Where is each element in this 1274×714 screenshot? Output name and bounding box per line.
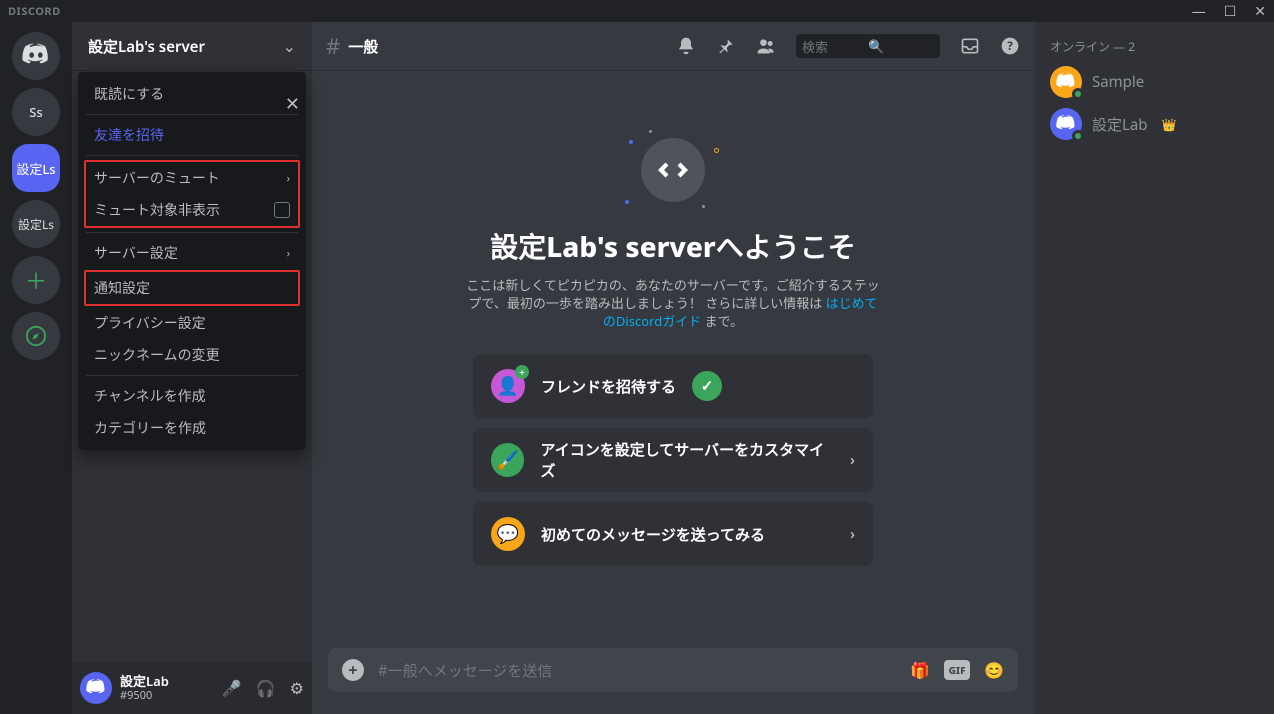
menu-notification-settings[interactable]: 通知設定: [86, 272, 298, 304]
check-icon: ✓: [692, 371, 722, 401]
member-list: オンライン — 2 Sample 設定Lab👑: [1034, 22, 1274, 714]
minimize-icon[interactable]: —: [1192, 2, 1206, 21]
server-rail: Ss 設定Ls 設定Ls ＋: [0, 22, 72, 714]
members-heading: オンライン — 2: [1044, 38, 1264, 55]
add-server-button[interactable]: ＋: [12, 256, 60, 304]
menu-privacy[interactable]: プライバシー設定: [86, 307, 298, 339]
server-selected[interactable]: 設定Ls: [12, 144, 60, 192]
titlebar: DISCORD — ☐ ✕: [0, 0, 1274, 22]
close-icon[interactable]: ✕: [285, 92, 300, 116]
channel-topbar: # 一般 検索🔍 ?: [312, 22, 1034, 70]
server-header[interactable]: 設定Lab's server ⌄: [72, 22, 312, 70]
server-dropdown-menu: 既読にする 友達を招待 サーバーのミュート› ミュート対象非表示 サーバー設定›…: [78, 72, 306, 450]
message-input[interactable]: + #一般へメッセージを送信 🎁 GIF 😊: [328, 648, 1018, 692]
chevron-right-icon: ›: [850, 451, 855, 470]
home-button[interactable]: [12, 32, 60, 80]
username: 設定Lab: [120, 674, 169, 688]
settings-icon[interactable]: ⚙: [290, 677, 304, 699]
gift-icon[interactable]: 🎁: [910, 659, 930, 681]
channel-sidebar: 設定Lab's server ⌄ ✕ 素早く これを ＋ 👤⁺⚙ ＋ ＋ 設定L…: [72, 22, 312, 714]
menu-nickname[interactable]: ニックネームの変更: [86, 339, 298, 371]
card-invite-friends[interactable]: +👤 フレンドを招待する ✓: [473, 354, 873, 418]
user-footer: 設定Lab #9500 🎤 🎧 ⚙: [72, 662, 312, 714]
chevron-right-icon: ›: [850, 525, 855, 544]
server-extra[interactable]: 設定Ls: [12, 200, 60, 248]
gif-icon[interactable]: GIF: [944, 660, 970, 680]
attach-icon[interactable]: +: [342, 659, 364, 681]
channel-title: 一般: [348, 36, 378, 57]
help-icon[interactable]: ?: [1000, 36, 1020, 56]
server-ss[interactable]: Ss: [12, 88, 60, 136]
menu-server-mute[interactable]: サーバーのミュート›: [86, 162, 298, 194]
pin-icon[interactable]: [716, 36, 736, 56]
menu-hide-muted[interactable]: ミュート対象非表示: [86, 194, 298, 226]
mic-icon[interactable]: 🎤: [222, 677, 242, 699]
menu-mark-read[interactable]: 既読にする: [86, 78, 298, 110]
checkbox-icon: [274, 202, 290, 218]
member-owner[interactable]: 設定Lab👑: [1044, 103, 1264, 145]
inbox-icon[interactable]: [960, 36, 980, 56]
welcome-subtitle: ここは新しくてピカピカの、あなたのサーバーです。ご紹介するステップで、最初の一歩…: [463, 276, 883, 330]
menu-create-channel[interactable]: チャンネルを作成: [86, 380, 298, 412]
svg-text:?: ?: [1007, 39, 1013, 54]
headphones-icon[interactable]: 🎧: [256, 677, 276, 699]
chevron-down-icon: ⌄: [283, 35, 296, 57]
member-sample[interactable]: Sample: [1044, 61, 1264, 103]
user-tag: #9500: [120, 688, 169, 703]
menu-invite[interactable]: 友達を招待: [86, 119, 298, 151]
card-set-icon[interactable]: 🖌️ アイコンを設定してサーバーをカスタマイズ ›: [473, 428, 873, 492]
user-avatar[interactable]: [80, 672, 112, 704]
menu-create-category[interactable]: カテゴリーを作成: [86, 412, 298, 444]
welcome-title: 設定Lab's serverへようこそ: [463, 226, 883, 266]
close-window-icon[interactable]: ✕: [1254, 2, 1266, 21]
compose-placeholder: #一般へメッセージを送信: [378, 660, 896, 681]
emoji-icon[interactable]: 😊: [984, 659, 1004, 681]
main-content: # 一般 検索🔍 ? 設定Lab's serverへようこそ: [312, 22, 1034, 714]
crown-icon: 👑: [1162, 116, 1177, 133]
discord-wordmark: DISCORD: [8, 4, 61, 19]
server-name: 設定Lab's server: [88, 36, 205, 57]
menu-server-settings[interactable]: サーバー設定›: [86, 237, 298, 269]
members-icon[interactable]: [756, 36, 776, 56]
chevron-right-icon: ›: [287, 171, 290, 186]
search-input[interactable]: 検索🔍: [796, 34, 940, 58]
maximize-icon[interactable]: ☐: [1224, 2, 1237, 21]
card-first-message[interactable]: 💬 初めてのメッセージを送ってみる ›: [473, 502, 873, 566]
welcome-hero-icon: [621, 130, 725, 210]
hash-icon: #: [326, 31, 340, 61]
search-icon: 🔍: [868, 37, 934, 55]
explore-button[interactable]: [12, 312, 60, 360]
bell-icon[interactable]: [676, 36, 696, 56]
